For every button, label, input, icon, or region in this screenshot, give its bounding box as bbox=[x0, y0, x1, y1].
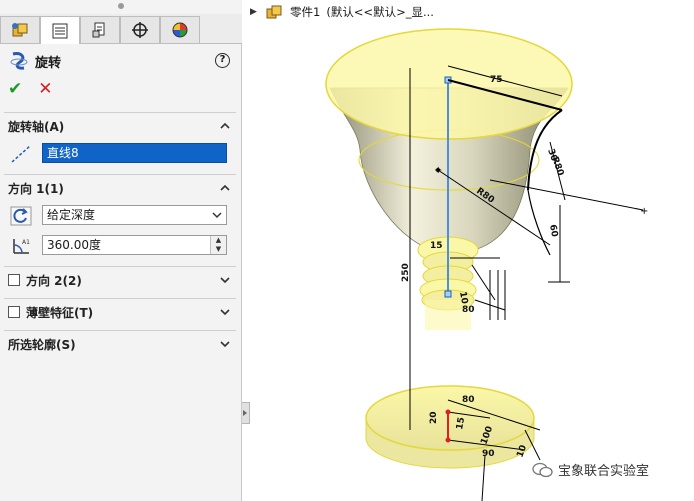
direction2-group-header[interactable]: 方向 2(2) bbox=[4, 267, 236, 293]
angle-input[interactable]: 360.00度 ▲ ▼ bbox=[42, 235, 227, 255]
tab-configuration-manager[interactable] bbox=[80, 16, 120, 43]
dim-60[interactable]: 60 bbox=[547, 224, 559, 238]
manager-tabs bbox=[0, 14, 242, 44]
axis-selection-field[interactable]: 直线8 bbox=[42, 143, 227, 163]
direction1-group: 方向 1(1) 给定深度 A1 360.00度 ▲ ▼ bbox=[4, 174, 236, 261]
part-name[interactable]: 零件1 bbox=[290, 4, 320, 20]
reverse-direction-icon[interactable] bbox=[10, 206, 32, 226]
chevron-down-icon[interactable] bbox=[218, 305, 232, 319]
selected-contours-group-label: 所选轮廓(S) bbox=[8, 337, 76, 352]
configuration-manager-icon bbox=[92, 22, 105, 38]
tab-feature-manager[interactable] bbox=[0, 16, 40, 43]
thin-feature-checkbox[interactable] bbox=[8, 306, 20, 318]
wechat-icon bbox=[532, 462, 553, 477]
axis-line-icon bbox=[11, 145, 31, 163]
chevron-down-icon[interactable] bbox=[218, 273, 232, 287]
chevron-down-icon bbox=[212, 212, 222, 219]
direction2-checkbox[interactable] bbox=[8, 274, 20, 286]
panel-grip[interactable] bbox=[0, 0, 242, 14]
angle-spinner[interactable]: ▲ ▼ bbox=[210, 236, 226, 254]
tab-property-manager[interactable] bbox=[40, 16, 80, 44]
watermark: 宝象联合实验室 bbox=[532, 460, 649, 479]
direction1-group-header[interactable]: 方向 1(1) bbox=[4, 175, 236, 201]
ok-cancel-row: ✔ ✕ bbox=[8, 80, 53, 100]
display-manager-icon bbox=[172, 22, 188, 38]
base-disc bbox=[365, 385, 535, 469]
direction2-group-label: 方向 2(2) bbox=[26, 273, 82, 288]
part-icon bbox=[266, 5, 282, 19]
end-condition-select[interactable]: 给定深度 bbox=[42, 205, 227, 225]
dim-250[interactable]: 250 bbox=[401, 263, 411, 282]
model-preview: + + 75 30 R80 R80 60 250 15 10 80 80 15 … bbox=[325, 28, 648, 501]
chevron-up-icon[interactable] bbox=[218, 119, 232, 133]
thin-feature-group-header[interactable]: 薄壁特征(T) bbox=[4, 299, 236, 325]
axis-row: 直线8 bbox=[4, 139, 236, 169]
tree-expand-icon[interactable]: ▶ bbox=[250, 7, 260, 17]
dim-80-base[interactable]: 80 bbox=[462, 395, 475, 405]
end-condition-row: 给定深度 bbox=[4, 201, 236, 231]
axis-group-label: 旋转轴(A) bbox=[8, 119, 65, 134]
angle-row: A1 360.00度 ▲ ▼ bbox=[4, 231, 236, 261]
thin-feature-group-label: 薄壁特征(T) bbox=[26, 305, 94, 320]
graphics-area[interactable]: + + 75 30 R80 R80 60 250 15 10 80 80 15 … bbox=[250, 0, 694, 501]
selected-contours-group-header[interactable]: 所选轮廓(S) bbox=[4, 331, 236, 357]
tab-display-manager[interactable] bbox=[160, 16, 200, 43]
axis-of-revolution-group: 旋转轴(A) 直线8 bbox=[4, 112, 236, 169]
axis-group-header[interactable]: 旋转轴(A) bbox=[4, 113, 236, 139]
cancel-button[interactable]: ✕ bbox=[38, 80, 52, 100]
feature-manager-icon bbox=[12, 23, 28, 37]
part-configuration: (默认<<默认>_显... bbox=[326, 5, 434, 19]
dim-90[interactable]: 90 bbox=[482, 449, 495, 459]
property-manager-icon bbox=[52, 23, 68, 38]
help-button[interactable]: ? bbox=[215, 53, 230, 68]
svg-text:A1: A1 bbox=[22, 239, 30, 246]
watermark-text: 宝象联合实验室 bbox=[558, 464, 650, 479]
thin-feature-group: 薄壁特征(T) bbox=[4, 298, 236, 325]
dim-20-base[interactable]: 20 bbox=[429, 411, 439, 424]
selected-contours-group: 所选轮廓(S) bbox=[4, 330, 236, 357]
end-condition-value: 给定深度 bbox=[47, 208, 96, 222]
property-manager-panel: 旋转 ? ✔ ✕ 旋转轴(A) 直线8 方向 1(1) 给定深度 A1 360.… bbox=[0, 0, 242, 501]
revolve-icon bbox=[10, 52, 28, 70]
flyout-feature-tree: ▶ 零件1 (默认<<默认>_显... bbox=[250, 2, 434, 22]
panel-collapse-handle[interactable] bbox=[242, 402, 250, 424]
dim-15[interactable]: 15 bbox=[430, 241, 443, 251]
svg-text:+: + bbox=[434, 165, 442, 176]
chevron-down-icon[interactable] bbox=[218, 337, 232, 351]
dim-75[interactable]: 75 bbox=[490, 75, 503, 85]
direction1-group-label: 方向 1(1) bbox=[8, 181, 64, 196]
ok-button[interactable]: ✔ bbox=[8, 80, 22, 100]
spin-down-icon[interactable]: ▼ bbox=[211, 245, 226, 254]
chevron-up-icon[interactable] bbox=[218, 181, 232, 195]
solidworks-window: 旋转 ? ✔ ✕ 旋转轴(A) 直线8 方向 1(1) 给定深度 A1 360.… bbox=[0, 0, 694, 501]
feature-title: 旋转 bbox=[35, 55, 62, 71]
angle-icon: A1 bbox=[13, 239, 30, 254]
spin-up-icon[interactable]: ▲ bbox=[211, 236, 226, 245]
dim-r80-a[interactable]: R80 bbox=[549, 156, 565, 178]
angle-value: 360.00度 bbox=[47, 238, 101, 252]
dim-80-stem[interactable]: 80 bbox=[462, 305, 475, 315]
feature-title-row: 旋转 ? bbox=[8, 50, 236, 72]
dimxpert-icon bbox=[132, 22, 148, 38]
tab-dimxpert[interactable] bbox=[120, 16, 160, 43]
direction2-group: 方向 2(2) bbox=[4, 266, 236, 293]
svg-text:+: + bbox=[640, 206, 648, 217]
